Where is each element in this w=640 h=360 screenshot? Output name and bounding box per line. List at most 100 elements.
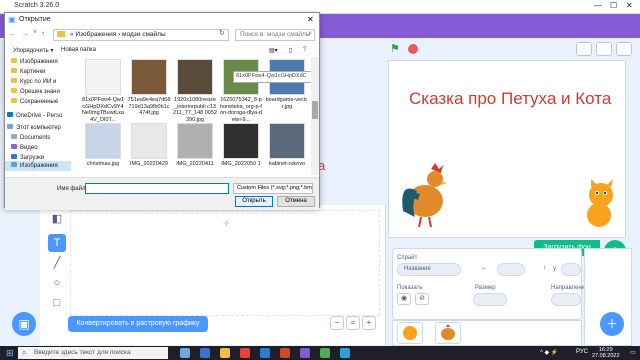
- dialog-toolbar: Упорядочить ▾ Новая папка ▤▾ ▯ ?: [5, 45, 319, 57]
- nav-item-video[interactable]: Видео: [11, 143, 38, 153]
- rectangle-tool-icon[interactable]: □: [48, 294, 66, 312]
- file-item[interactable]: IMG_20220411: [173, 123, 217, 168]
- preview-pane-icon[interactable]: ▯: [289, 47, 292, 54]
- direction-label: Направление: [551, 285, 589, 291]
- word-icon[interactable]: [260, 348, 270, 358]
- size-input[interactable]: [473, 293, 507, 306]
- nav-item-ai-course[interactable]: Курс по ИИ и: [11, 77, 56, 87]
- nav-item-pictures[interactable]: Картинки: [11, 67, 45, 77]
- scrollbar-thumb[interactable]: [312, 101, 318, 119]
- nav-item-oreshek[interactable]: Орешек знани: [11, 87, 60, 97]
- cancel-button[interactable]: Отмена: [277, 196, 315, 207]
- nav-item-saved[interactable]: Сохраненные: [11, 97, 58, 107]
- add-backdrop-button[interactable]: ＋: [600, 312, 624, 336]
- language-indicator[interactable]: РУС: [576, 349, 588, 355]
- file-item[interactable]: 81x0PFws4-Qw1cGHpDXdCv9Y4Ne0mgTBuwtLxa4V…: [81, 59, 125, 123]
- fullscreen-icon[interactable]: [616, 42, 632, 56]
- green-flag-icon[interactable]: ⚑: [390, 42, 400, 55]
- back-arrow-icon[interactable]: ←: [9, 29, 17, 38]
- paint-canvas[interactable]: ✛: [70, 210, 380, 316]
- file-item[interactable]: 1920x1080resize_interiorpubli c13211_77_…: [173, 59, 217, 123]
- add-extension-button[interactable]: ▣: [12, 312, 36, 336]
- organize-menu[interactable]: Упорядочить ▾: [13, 47, 53, 54]
- file-name: christmas.jpg: [86, 161, 120, 167]
- scratch-taskbar-icon[interactable]: [300, 348, 310, 358]
- video-icon: [11, 144, 17, 149]
- zoom-reset-button[interactable]: =: [346, 316, 360, 330]
- file-thumbnail: [223, 123, 259, 159]
- convert-to-bitmap-button[interactable]: Конвертировать в растровую графику: [68, 316, 208, 332]
- stage[interactable]: Сказка про Петуха и Кота: [388, 60, 626, 238]
- maximize-icon[interactable]: ☐: [610, 1, 617, 10]
- file-thumbnail: [269, 123, 305, 159]
- system-tray-icons[interactable]: ^ ◆ ⚡: [540, 349, 558, 356]
- new-folder-button[interactable]: Новая папка: [61, 47, 96, 53]
- stop-icon[interactable]: [408, 44, 418, 54]
- hide-eye-icon[interactable]: ⊘: [415, 293, 429, 305]
- open-button[interactable]: Открыть: [235, 196, 273, 207]
- up-arrow-icon[interactable]: ↑: [41, 29, 45, 38]
- telegram-icon[interactable]: [340, 348, 350, 358]
- minimize-icon[interactable]: —: [594, 1, 602, 10]
- file-item[interactable]: 751ea9e4ea7d68719d13a9fb0b1c474f.jpg: [127, 59, 171, 117]
- file-grid-scrollbar[interactable]: [311, 57, 319, 175]
- start-windows-icon[interactable]: ⊞: [6, 348, 14, 359]
- powerpoint-icon[interactable]: [280, 348, 290, 358]
- recent-chevron-icon[interactable]: ˅: [33, 29, 37, 36]
- direction-input[interactable]: [551, 293, 581, 306]
- cat-sprite[interactable]: [579, 179, 621, 231]
- task-view-icon[interactable]: [180, 348, 190, 358]
- rooster-sprite[interactable]: [395, 161, 455, 229]
- forward-arrow-icon[interactable]: →: [21, 29, 29, 38]
- nav-item-onedrive[interactable]: OneDrive - Perso: [7, 111, 62, 121]
- nav-item-images-pc[interactable]: Изображения: [11, 161, 58, 171]
- file-explorer-icon[interactable]: [220, 348, 230, 358]
- zoom-out-button[interactable]: −: [330, 316, 344, 330]
- stage-header: [386, 38, 640, 60]
- sprite-name-input[interactable]: Название: [397, 263, 461, 276]
- cat-sprite-thumbnail[interactable]: [397, 322, 423, 344]
- notifications-icon[interactable]: ▭: [630, 349, 636, 356]
- search-input[interactable]: Поиск в: модзи смайлы ⌕: [235, 29, 315, 41]
- rooster-sprite-thumbnail[interactable]: [435, 322, 461, 344]
- whatsapp-icon[interactable]: [320, 348, 330, 358]
- file-item[interactable]: IMG_2022050 1: [219, 123, 263, 168]
- taskbar-clock[interactable]: 16:29 27.08.2022: [592, 347, 620, 359]
- circle-tool-icon[interactable]: ○: [48, 274, 66, 292]
- file-item[interactable]: kabinet-rukovo: [265, 123, 307, 168]
- documents-icon: [11, 134, 17, 139]
- x-input[interactable]: [497, 263, 525, 276]
- dialog-close-icon[interactable]: ✕: [307, 15, 314, 24]
- line-tool-icon[interactable]: ╱: [48, 254, 66, 272]
- show-eye-icon[interactable]: ◉: [397, 293, 411, 305]
- small-stage-icon[interactable]: [576, 42, 592, 56]
- normal-stage-icon[interactable]: [596, 42, 612, 56]
- text-tool-icon[interactable]: T: [48, 234, 66, 252]
- file-thumbnail: [131, 123, 167, 159]
- file-type-select[interactable]: Custom Files (*.svg;*.png;*.bmp;*: [233, 183, 313, 194]
- clock-date: 27.08.2022: [592, 353, 620, 359]
- y-input[interactable]: [561, 263, 581, 276]
- nav-item-images[interactable]: Изображения: [11, 57, 58, 67]
- chrome-icon[interactable]: [240, 348, 250, 358]
- file-name: IMG_2022050 1: [221, 161, 261, 167]
- images-icon: [11, 162, 17, 167]
- file-item[interactable]: christmas.jpg: [81, 123, 125, 168]
- file-item[interactable]: 1620075342_8-phoneteka_org-p-fon-doroga-…: [219, 59, 263, 123]
- close-icon[interactable]: ✕: [626, 1, 633, 10]
- nav-item-this-pc[interactable]: Этот компьютер: [7, 123, 61, 133]
- fill-tool-icon[interactable]: ◧: [48, 210, 66, 228]
- file-item[interactable]: boardgame-vector.jpg: [265, 59, 307, 110]
- zoom-in-button[interactable]: +: [362, 316, 376, 330]
- file-name: 1620075342_8-phoneteka_org-p-fon-doroga-…: [220, 97, 262, 123]
- filename-input[interactable]: [85, 183, 229, 194]
- view-options-icon[interactable]: ▤▾: [269, 47, 278, 54]
- file-item[interactable]: IMG_20220429: [127, 123, 171, 168]
- taskbar-search-input[interactable]: ⌕ Введите здесь текст для поиска: [18, 347, 168, 359]
- refresh-icon[interactable]: ↻: [219, 29, 225, 37]
- edge-icon[interactable]: [200, 348, 210, 358]
- search-icon: ⌕: [308, 30, 312, 37]
- help-icon[interactable]: ?: [303, 47, 306, 53]
- nav-item-documents[interactable]: Documents: [11, 133, 50, 143]
- breadcrumb[interactable]: « Изображения › модзи смайлы: [53, 29, 229, 41]
